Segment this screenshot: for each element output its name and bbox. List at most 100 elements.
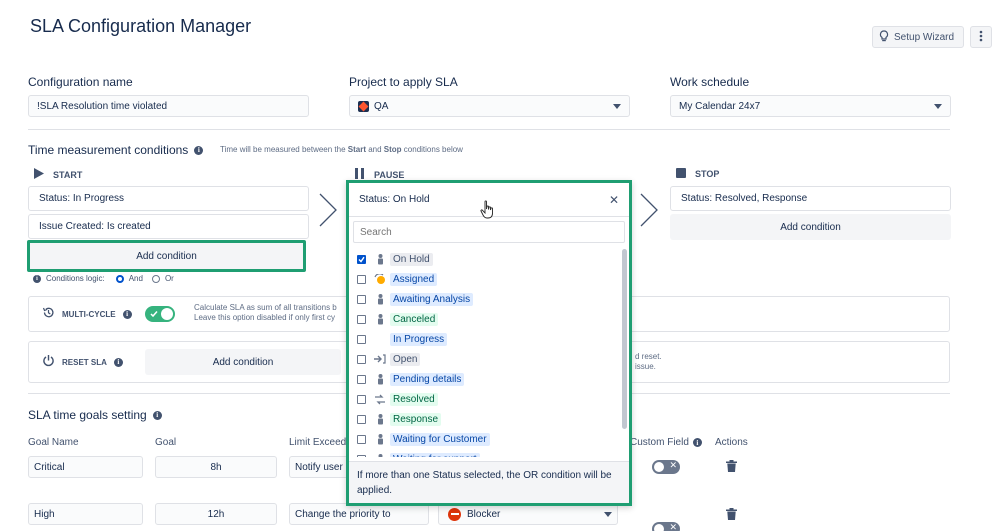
status-option[interactable]: Pending details [349, 369, 629, 389]
status-checkbox[interactable] [357, 434, 366, 444]
hint-stop: Stop [383, 145, 402, 154]
logic-and-label: And [128, 274, 143, 283]
status-checkbox[interactable] [357, 314, 366, 324]
status-option-label: Assigned [390, 272, 438, 286]
pause-condition-value: Status: On Hold [359, 194, 430, 205]
status-option-label: Response [390, 412, 442, 426]
limit-exceed-select[interactable]: Notify user [289, 456, 349, 478]
status-option-label: Waiting for support [390, 452, 480, 457]
person-icon [374, 253, 386, 265]
person-icon [374, 453, 386, 457]
status-option-label: On Hold [390, 252, 433, 266]
status-option-label: Pending details [390, 372, 465, 386]
dropdown-footer-text: If more than one Status selected, the OR… [357, 470, 612, 496]
person-icon [374, 313, 386, 325]
info-icon[interactable]: i [692, 438, 702, 447]
check-icon [358, 256, 365, 263]
resolve-icon [374, 393, 386, 405]
logic-and-radio[interactable] [115, 274, 124, 283]
custom-field-toggle[interactable]: ✕ [652, 460, 680, 474]
info-icon[interactable]: i [194, 145, 204, 155]
status-option-label: Canceled [390, 312, 439, 326]
status-option[interactable]: Waiting for Customer [349, 429, 629, 449]
goal-name-input[interactable]: Critical [28, 456, 143, 478]
goal-time-input[interactable]: 8h [155, 456, 277, 478]
priority-value: Blocker [467, 508, 501, 520]
add-condition-label: Add condition [136, 250, 197, 262]
status-checkbox[interactable] [357, 274, 366, 284]
chevron-down-icon [934, 103, 942, 109]
info-icon[interactable]: i [113, 357, 123, 367]
status-option[interactable]: In Progress [349, 329, 629, 349]
status-option[interactable]: Resolved [349, 389, 629, 409]
multicycle-header: MULTI-CYCLE i [42, 306, 175, 322]
status-checkbox[interactable] [357, 254, 366, 264]
status-option[interactable]: Awaiting Analysis [349, 289, 629, 309]
config-name-input[interactable]: !SLA Resolution time violated [28, 95, 309, 117]
goal-time-value: 8h [210, 461, 222, 473]
status-search-input[interactable] [353, 221, 625, 243]
start-condition[interactable]: Issue Created: Is created [28, 214, 309, 239]
status-icon [374, 333, 386, 345]
info-icon[interactable]: i [152, 410, 162, 420]
limit-exceed-column-header: Limit Exceed [289, 437, 347, 448]
status-option[interactable]: Response [349, 409, 629, 429]
hint-start: Start [347, 145, 366, 154]
reset-add-condition-button[interactable]: Add condition [145, 349, 341, 375]
chevron-down-icon [604, 511, 612, 517]
config-name-label: Configuration name [28, 75, 133, 89]
options-scrollbar[interactable] [622, 249, 627, 429]
actions-column-header: Actions [715, 437, 748, 448]
setup-wizard-button[interactable]: Setup Wizard [872, 26, 964, 48]
status-checkbox[interactable] [357, 374, 366, 384]
limit-exceed-select[interactable]: Change the priority to [289, 503, 429, 525]
status-option[interactable]: On Hold [349, 249, 629, 269]
status-option-label: In Progress [390, 332, 448, 346]
multicycle-label: MULTI-CYCLE [62, 309, 116, 319]
status-checkbox[interactable] [357, 394, 366, 404]
time-conditions-hint: Time will be measured between the Start … [220, 145, 463, 154]
status-checkbox[interactable] [357, 294, 366, 304]
schedule-select[interactable]: My Calendar 24x7 [670, 95, 951, 117]
play-icon [34, 168, 44, 181]
reset-sla-header: RESET SLA i [42, 354, 123, 370]
goal-name-input[interactable]: High [28, 503, 143, 525]
stop-heading: STOP [676, 168, 719, 180]
stop-condition-text: Status: Resolved, Response [681, 193, 808, 204]
multicycle-desc-line: Calculate SLA as sum of all transitions … [194, 303, 337, 312]
add-condition-label: Add condition [780, 221, 841, 233]
custom-field-header-text: Custom Field [630, 437, 689, 448]
chevron-right-icon [318, 192, 338, 231]
status-checkbox[interactable] [357, 354, 366, 364]
status-checkbox[interactable] [357, 414, 366, 424]
info-icon[interactable]: i [122, 309, 132, 319]
power-icon [42, 354, 55, 370]
status-checkbox[interactable] [357, 454, 366, 457]
chevron-down-icon [613, 103, 621, 109]
start-add-condition-button[interactable]: Add condition [27, 240, 306, 272]
start-condition[interactable]: Status: In Progress [28, 186, 309, 211]
project-avatar-icon [358, 100, 369, 112]
start-heading: START [34, 168, 82, 181]
priority-select[interactable]: Blocker [438, 503, 618, 525]
clear-icon[interactable]: ✕ [609, 193, 619, 207]
more-options-button[interactable] [970, 26, 992, 48]
stop-add-condition-button[interactable]: Add condition [670, 214, 951, 240]
stop-condition[interactable]: Status: Resolved, Response [670, 186, 951, 211]
custom-field-toggle[interactable]: ✕ [652, 522, 680, 531]
status-checkbox[interactable] [357, 334, 366, 344]
status-option[interactable]: Assigned [349, 269, 629, 289]
goal-column-header: Goal [155, 437, 177, 448]
status-option[interactable]: Canceled [349, 309, 629, 329]
lightbulb-icon [879, 29, 889, 45]
multicycle-toggle[interactable] [144, 306, 175, 322]
status-option[interactable]: Waiting for support [349, 449, 629, 457]
trash-icon[interactable] [726, 460, 737, 475]
project-select[interactable]: QA [349, 95, 630, 117]
goal-time-input[interactable]: 12h [155, 503, 277, 525]
info-icon[interactable]: i [33, 274, 41, 283]
trash-icon[interactable] [726, 508, 737, 523]
status-option[interactable]: Open [349, 349, 629, 369]
logic-or-radio[interactable] [151, 274, 160, 283]
start-condition-text: Status: In Progress [39, 193, 125, 204]
